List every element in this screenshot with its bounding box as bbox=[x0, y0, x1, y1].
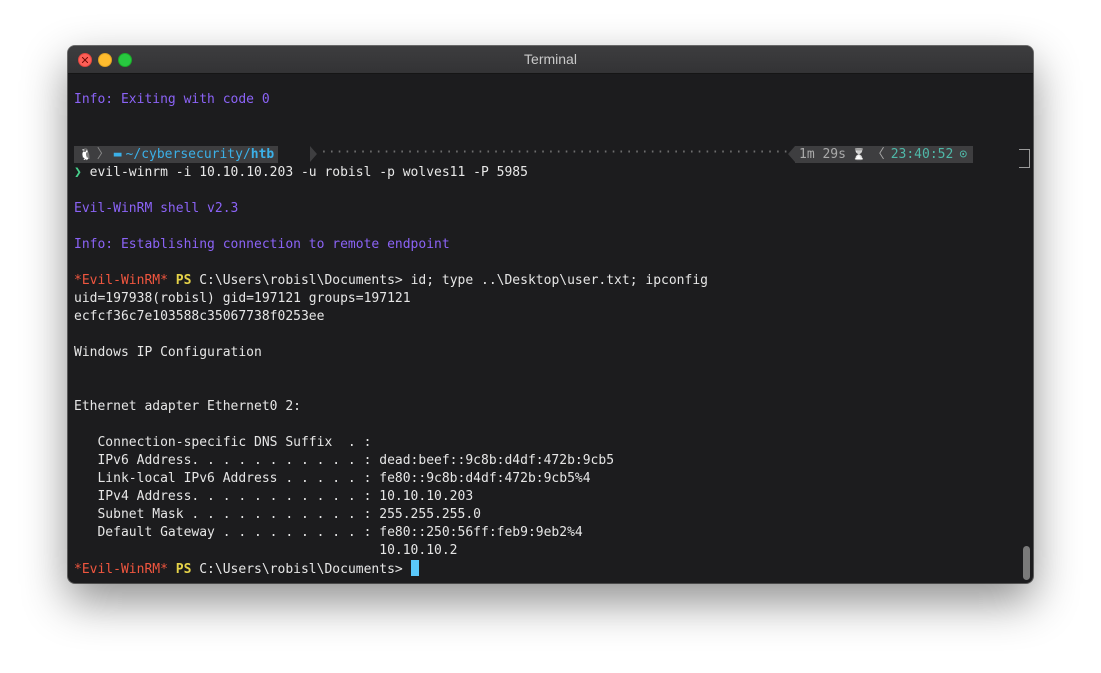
chevron-left-icon: 〈 bbox=[871, 147, 885, 162]
adapter-title: Ethernet adapter Ethernet0 2: bbox=[74, 399, 301, 414]
link-local-line: Link-local IPv6 Address . . . . . : fe80… bbox=[74, 471, 591, 486]
ipv4-line: IPv4 Address. . . . . . . . . . . : 10.1… bbox=[74, 489, 474, 504]
ps-label: PS bbox=[175, 562, 192, 577]
prompt-chevron-icon: ❯ bbox=[74, 165, 82, 180]
ps-command-text: id; type ..\Desktop\user.txt; ipconfig bbox=[410, 273, 708, 288]
prompt-filler-dots: ········································… bbox=[320, 146, 790, 160]
ps-cwd: C:\Users\robisl\Documents> bbox=[199, 273, 403, 288]
prompt-left-segment: 🐧 〉 ▬ ~/cybersecurity/htb bbox=[74, 146, 279, 163]
ps-prompt-line: *Evil-WinRM* PS C:\Users\robisl\Document… bbox=[74, 560, 1014, 578]
ps-command-line: *Evil-WinRM* PS C:\Users\robisl\Document… bbox=[74, 272, 1014, 290]
prompt-status-bar: 🐧 〉 ▬ ~/cybersecurity/htb ··············… bbox=[74, 146, 1030, 168]
segment-arrow-icon bbox=[310, 146, 317, 162]
subnet-line: Subnet Mask . . . . . . . . . . . : 255.… bbox=[74, 507, 481, 522]
terminal-output[interactable]: Info: Exiting with code 0 🐧 〉 ▬ ~/cybers… bbox=[74, 74, 1030, 578]
clock-icon: ⊙ bbox=[959, 147, 968, 162]
scrollbar-thumb[interactable] bbox=[1023, 546, 1030, 580]
separator-chevron-icon: 〉 bbox=[96, 147, 110, 162]
window-title: Terminal bbox=[524, 51, 577, 67]
text-cursor[interactable] bbox=[410, 560, 419, 576]
gateway-line: Default Gateway . . . . . . . . . : fe80… bbox=[74, 525, 583, 540]
path-prefix: ~/cybersecurity/ bbox=[125, 147, 251, 162]
command-text: evil-winrm -i 10.10.10.203 -u robisl -p … bbox=[89, 165, 528, 180]
exit-info-line: Info: Exiting with code 0 bbox=[74, 92, 270, 107]
ip-config-title: Windows IP Configuration bbox=[74, 345, 262, 360]
ps-cwd: C:\Users\robisl\Documents> bbox=[199, 562, 403, 577]
dns-suffix-line: Connection-specific DNS Suffix . : bbox=[74, 435, 372, 450]
ipv6-line: IPv6 Address. . . . . . . . . . . : dead… bbox=[74, 453, 615, 468]
connecting-info-line: Info: Establishing connection to remote … bbox=[74, 237, 450, 252]
command-duration: 1m 29s bbox=[799, 147, 846, 162]
linux-icon: 🐧 bbox=[79, 148, 93, 161]
id-output-line: uid=197938(robisl) gid=197121 groups=197… bbox=[74, 291, 411, 306]
prompt-right-segment: 1m 29s ⌛ 〈 23:40:52 ⊙ bbox=[795, 146, 974, 163]
prompt-time: 23:40:52 bbox=[890, 147, 954, 162]
gateway-line-2: 10.10.10.2 bbox=[74, 543, 458, 558]
shell-version-line: Evil-WinRM shell v2.3 bbox=[74, 201, 239, 216]
title-bar: Terminal bbox=[68, 46, 1033, 74]
terminal-window: Terminal Info: Exiting with code 0 🐧 〉 ▬… bbox=[68, 46, 1033, 583]
folder-icon: ▬ bbox=[113, 147, 122, 162]
segment-arrow-icon bbox=[788, 146, 795, 162]
path-current: htb bbox=[250, 147, 275, 162]
command-line: ❯ evil-winrm -i 10.10.10.203 -u robisl -… bbox=[74, 164, 1014, 182]
shell-name: *Evil-WinRM* bbox=[74, 273, 168, 288]
user-hash-line: ecfcf36c7e103588c35067738f0253ee bbox=[74, 309, 325, 324]
hourglass-icon: ⌛ bbox=[851, 148, 866, 161]
shell-name: *Evil-WinRM* bbox=[74, 562, 168, 577]
ps-label: PS bbox=[175, 273, 192, 288]
prompt-bracket bbox=[1019, 149, 1030, 168]
